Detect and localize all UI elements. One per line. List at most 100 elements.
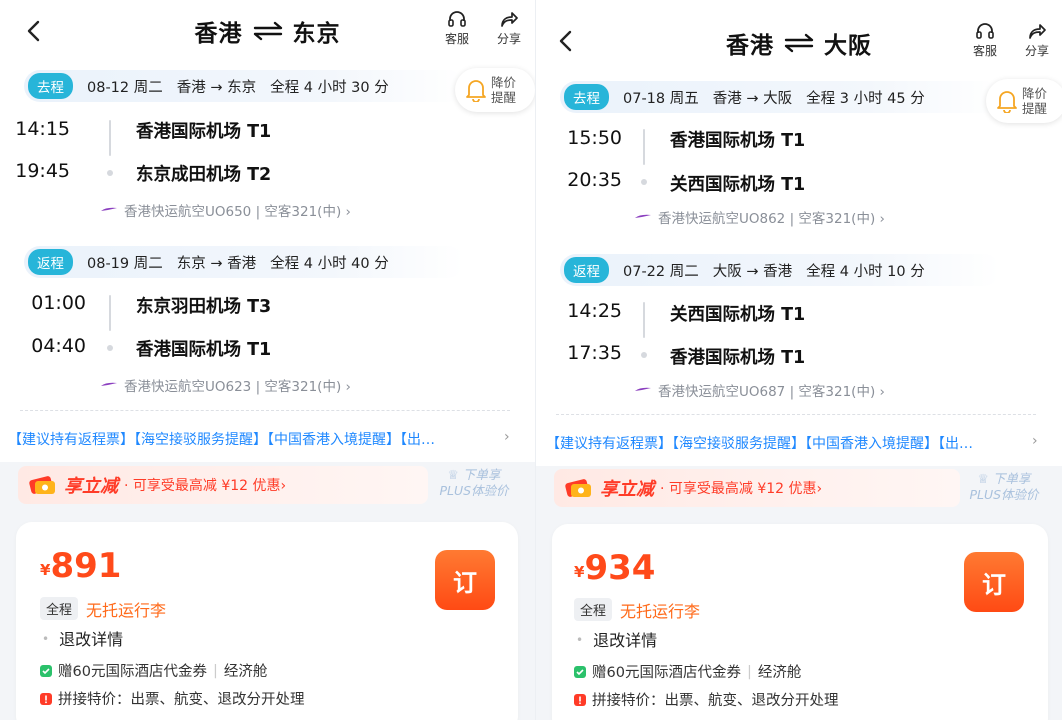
outbound-date: 07-18 周五 — [623, 90, 699, 107]
coupon-icon — [29, 476, 55, 494]
itinerary-panel-osaka: 香港 大阪 客服 分享 去程 07-18 周五 香港 → 大阪 全程 3 小时 … — [535, 0, 1062, 720]
coupon-icon — [565, 479, 591, 497]
back-arrow-icon — [559, 30, 572, 52]
swap-arrows-icon — [784, 33, 814, 53]
share-label: 分享 — [496, 32, 521, 46]
return-tag: 返程 — [564, 257, 609, 283]
flight-info-link[interactable]: 香港快运航空UO623 | 空客321(中) › — [100, 375, 351, 395]
price-alert-button[interactable]: 降价 提醒 — [986, 79, 1062, 123]
outbound-segment: 14:15 香港国际机场 T1 19:45 东京成田机场 T2 香港快运航空UO… — [0, 112, 460, 222]
promo-title: 享立减 — [64, 476, 118, 497]
flight-info-text: 香港快运航空UO862 | 空客321(中) › — [658, 211, 885, 227]
outbound-date: 08-12 周二 — [87, 79, 163, 96]
price-alert-button[interactable]: 降价 提醒 — [455, 68, 535, 112]
departure-airport: 东京羽田机场 T3 — [136, 297, 272, 317]
share-button[interactable]: 分享 — [1020, 22, 1054, 59]
perk-text: 赠60元国际酒店代金券 — [58, 664, 207, 680]
baggage-info: 无托运行李 — [86, 601, 167, 620]
outbound-route: 香港 → 东京 — [176, 79, 257, 96]
bell-icon — [997, 91, 1017, 113]
combined-fare-notice: 拼接特价：出票、航变、退改分开处理 — [40, 688, 305, 709]
customer-service-button[interactable]: 客服 — [968, 22, 1002, 59]
plus-member-icon: ♕ — [977, 471, 989, 486]
destination-city: 东京 — [292, 21, 341, 47]
return-leg-header: 返程 08-19 周二 东京 → 香港 全程 4 小时 40 分 — [24, 246, 464, 278]
origin-city: 香港 — [194, 21, 243, 47]
customer-service-label: 客服 — [444, 32, 469, 46]
fare-card: ¥891 订 全程 无托运行李 退改详情 赠60元国际酒店代金券|经济舱 拼接特… — [16, 522, 518, 720]
combined-fare-notice: 拼接特价：出票、航变、退改分开处理 — [574, 689, 839, 710]
departure-airport: 香港国际机场 T1 — [136, 122, 272, 142]
notice-text: 拼接特价：出票、航变、退改分开处理 — [58, 692, 305, 708]
return-route: 大阪 → 香港 — [712, 263, 793, 280]
instant-discount-banner[interactable]: 享立减 · 可享受最高减 ¥12 优惠› — [554, 469, 960, 507]
top-bar: 香港 大阪 客服 分享 — [536, 0, 1062, 64]
flight-info-text: 香港快运航空UO623 | 空客321(中) › — [124, 379, 351, 395]
book-button[interactable]: 订 — [964, 552, 1024, 612]
departure-time: 15:50 — [567, 127, 622, 149]
refund-change-details-link[interactable]: 退改详情 — [42, 626, 123, 650]
departure-airport: 关西国际机场 T1 — [670, 305, 806, 325]
back-button[interactable] — [550, 26, 580, 56]
airline-logo-icon — [635, 387, 651, 391]
travel-notice-link[interactable]: 【建议持有返程票】【海空接驳服务提醒】【中国香港入境提醒】【出… — [8, 429, 435, 449]
outbound-leg-header: 去程 07-18 周五 香港 → 大阪 全程 3 小时 45 分 — [560, 81, 1000, 113]
share-button[interactable]: 分享 — [492, 10, 526, 47]
route-dot — [641, 352, 647, 358]
share-label: 分享 — [1024, 44, 1049, 58]
airline-logo-icon — [101, 382, 117, 386]
top-bar: 香港 东京 客服 分享 — [0, 0, 535, 64]
return-segment: 14:25 关西国际机场 T1 17:35 香港国际机场 T1 香港快运航空UO… — [536, 294, 996, 404]
fare-price: ¥891 — [40, 546, 121, 586]
travel-notice-link[interactable]: 【建议持有返程票】【海空接驳服务提醒】【中国香港入境提醒】【出… — [546, 433, 973, 453]
flight-info-link[interactable]: 香港快运航空UO687 | 空客321(中) › — [634, 380, 885, 400]
route-line — [643, 129, 645, 165]
back-button[interactable] — [18, 16, 48, 46]
flight-info-link[interactable]: 香港快运航空UO862 | 空客321(中) › — [634, 207, 885, 227]
arrival-airport: 东京成田机场 T2 — [136, 165, 272, 185]
divider — [20, 410, 510, 411]
refund-change-details-link[interactable]: 退改详情 — [576, 627, 657, 651]
price-value: 891 — [50, 546, 122, 586]
arrival-time: 19:45 — [15, 160, 70, 182]
price-value: 934 — [584, 548, 656, 588]
outbound-tag: 去程 — [564, 84, 609, 110]
outbound-duration: 全程 4 小时 30 分 — [270, 79, 389, 96]
origin-city: 香港 — [726, 33, 774, 59]
check-icon — [40, 664, 52, 677]
flight-info-link[interactable]: 香港快运航空UO650 | 空客321(中) › — [100, 200, 351, 220]
plus-member-icon: ♕ — [447, 467, 459, 482]
route-line — [109, 120, 111, 156]
trip-scope-badge: 全程 — [40, 597, 79, 620]
book-button[interactable]: 订 — [435, 550, 495, 610]
flight-info-text: 香港快运航空UO687 | 空客321(中) › — [658, 384, 885, 400]
route-dot — [107, 170, 113, 176]
instant-discount-banner[interactable]: 享立减 · 可享受最高减 ¥12 优惠› — [18, 466, 428, 504]
outbound-route: 香港 → 大阪 — [712, 90, 793, 107]
bell-icon — [466, 80, 486, 102]
return-tag: 返程 — [28, 249, 73, 275]
warning-icon — [40, 692, 52, 705]
route-dot — [107, 345, 113, 351]
plus-member-price: ♕ 下单享 PLUS体验价 — [432, 467, 516, 499]
customer-service-button[interactable]: 客服 — [440, 10, 474, 47]
trip-scope-badge: 全程 — [574, 598, 613, 621]
divider — [556, 414, 1036, 415]
airline-logo-icon — [635, 214, 651, 218]
return-route: 东京 → 香港 — [176, 255, 257, 272]
headset-icon — [976, 23, 994, 39]
departure-airport: 香港国际机场 T1 — [670, 131, 806, 151]
return-duration: 全程 4 小时 40 分 — [270, 255, 389, 272]
plus-member-price: ♕ 下单享 PLUS体验价 — [962, 471, 1046, 503]
plus-line2: PLUS体验价 — [969, 487, 1039, 502]
alert-line1: 降价 — [1022, 86, 1048, 101]
back-arrow-icon — [27, 20, 40, 42]
currency-symbol: ¥ — [40, 561, 51, 579]
headset-icon — [448, 11, 466, 27]
route-dot — [641, 179, 647, 185]
chevron-right-icon: › — [1032, 433, 1038, 449]
cabin-class: 经济舱 — [223, 664, 268, 680]
arrival-time: 17:35 — [567, 342, 622, 364]
fare-card: ¥934 订 全程 无托运行李 退改详情 赠60元国际酒店代金券|经济舱 拼接特… — [552, 524, 1048, 720]
departure-time: 14:25 — [567, 300, 622, 322]
